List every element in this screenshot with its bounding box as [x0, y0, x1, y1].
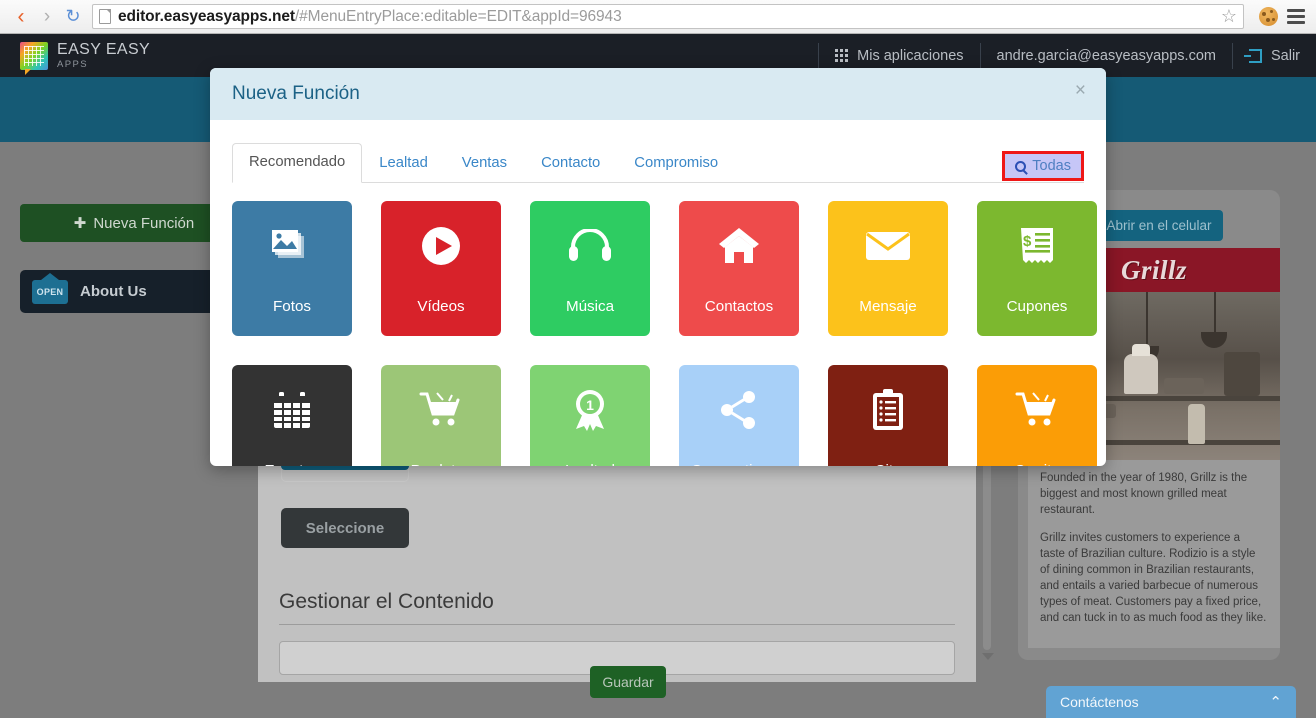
- share-icon: [719, 387, 759, 433]
- open-sign-icon: OPEN: [32, 280, 68, 304]
- forward-icon[interactable]: ›: [34, 4, 60, 30]
- url-text: editor.easyeasyapps.net/#MenuEntryPlace:…: [118, 8, 622, 26]
- function-tile-cita[interactable]: Cita: [828, 365, 948, 466]
- function-tile-label: Compartir app: [691, 462, 787, 466]
- function-tile-label: Música: [566, 298, 614, 322]
- coupon-icon: $: [1019, 223, 1055, 269]
- function-tile-produtos[interactable]: Produtos: [381, 365, 501, 466]
- scroll-down-arrow-icon[interactable]: [982, 653, 994, 660]
- cart-icon: [419, 387, 463, 433]
- nav-my-apps-label: Mis aplicaciones: [857, 48, 963, 64]
- back-icon[interactable]: ‹: [8, 4, 34, 30]
- user-email-label: andre.garcia@easyeasyapps.com: [997, 48, 1216, 64]
- menu-hamburger-icon[interactable]: [1287, 9, 1305, 24]
- nav-logout-label: Salir: [1271, 48, 1300, 64]
- preview-paragraph-1: Founded in the year of 1980, Grillz is t…: [1040, 470, 1268, 518]
- function-tile-label: Vídeos: [417, 298, 464, 322]
- search-all-button[interactable]: Todas: [1002, 151, 1084, 181]
- logout-icon: [1249, 49, 1262, 63]
- envelope-icon: [865, 223, 911, 269]
- search-all-label: Todas: [1032, 158, 1071, 174]
- save-button[interactable]: Guardar: [590, 666, 666, 698]
- chat-widget-label: Contáctenos: [1060, 694, 1139, 710]
- content-scrollbar[interactable]: [978, 460, 996, 682]
- logo-line-2: APPS: [57, 60, 150, 70]
- new-function-label: Nueva Función: [93, 215, 194, 232]
- logo-line-1: EASY EASY: [57, 42, 150, 58]
- function-tile-mensaje[interactable]: Mensaje: [828, 201, 948, 336]
- function-tile-vídeos[interactable]: Vídeos: [381, 201, 501, 336]
- function-tile-lealtad[interactable]: 1 Lealtad: [530, 365, 650, 466]
- tab-contacto[interactable]: Contacto: [524, 145, 617, 182]
- tab-recomendado[interactable]: Recomendado: [232, 143, 362, 183]
- chevron-up-icon[interactable]: ⌃: [1269, 693, 1282, 711]
- function-tile-label: Cita: [874, 462, 901, 466]
- url-host: editor.easyeasyapps.net: [118, 8, 295, 25]
- browser-toolbar: ‹ › ↻ editor.easyeasyapps.net/#MenuEntry…: [0, 0, 1316, 34]
- svg-text:1: 1: [586, 397, 594, 413]
- close-icon[interactable]: ×: [1075, 80, 1086, 102]
- select-button[interactable]: Seleccione: [281, 508, 409, 548]
- chat-widget[interactable]: Contáctenos ⌃: [1046, 686, 1296, 718]
- brand-name: Grillz: [1121, 255, 1187, 286]
- function-tile-label: Mensaje: [859, 298, 916, 322]
- function-tile-label: Eventos: [265, 462, 320, 466]
- svg-text:$: $: [1023, 233, 1032, 250]
- function-tile-compartir-app[interactable]: Compartir app: [679, 365, 799, 466]
- cart-icon: [1015, 387, 1059, 433]
- url-path: /#MenuEntryPlace:editable=EDIT&appId=969…: [295, 8, 622, 25]
- function-tile-label: Carrito: [1014, 462, 1060, 466]
- function-tile-contactos[interactable]: Contactos: [679, 201, 799, 336]
- grid-apps-icon: [835, 49, 848, 62]
- open-on-mobile-button[interactable]: Abrir en el celular: [1095, 210, 1223, 241]
- music-icon: [568, 223, 612, 269]
- tab-compromiso[interactable]: Compromiso: [617, 145, 735, 182]
- function-tile-fotos[interactable]: Fotos: [232, 201, 352, 336]
- function-tile-eventos[interactable]: Eventos: [232, 365, 352, 466]
- easyeasy-logo-icon: [20, 42, 48, 70]
- preview-text: Founded in the year of 1980, Grillz is t…: [1028, 460, 1280, 626]
- search-icon: [1015, 161, 1026, 172]
- photos-icon: [272, 223, 312, 269]
- function-tile-cupones[interactable]: $ Cupones: [977, 201, 1097, 336]
- function-tiles-grid: Fotos Vídeos Música Contactos Mensaje $ Cupone…: [232, 183, 1084, 466]
- calendar-icon: [272, 387, 312, 433]
- function-tile-label: Contactos: [705, 298, 773, 322]
- tab-ventas[interactable]: Ventas: [445, 145, 524, 182]
- function-tile-carrito[interactable]: Carrito: [977, 365, 1097, 466]
- preview-paragraph-2: Grillz invites customers to experience a…: [1040, 530, 1268, 626]
- function-tile-label: Fotos: [273, 298, 311, 322]
- function-tile-label: Lealtad: [565, 462, 615, 466]
- sidebar-item-label: About Us: [80, 283, 147, 300]
- video-icon: [419, 223, 463, 269]
- app-logo[interactable]: EASY EASY APPS: [20, 42, 150, 70]
- bookmark-star-icon[interactable]: ☆: [1221, 6, 1237, 27]
- function-tile-label: Produtos: [411, 462, 472, 466]
- section-heading: Gestionar el Contenido: [279, 590, 955, 625]
- function-tile-música[interactable]: Música: [530, 201, 650, 336]
- modal-tabs: RecomendadoLealtadVentasContactoCompromi…: [232, 142, 1084, 183]
- new-function-modal: Nueva Función × RecomendadoLealtadVentas…: [210, 68, 1106, 466]
- tab-lealtad[interactable]: Lealtad: [362, 145, 445, 182]
- address-bar[interactable]: editor.easyeasyapps.net/#MenuEntryPlace:…: [92, 4, 1244, 29]
- home-icon: [717, 223, 761, 269]
- modal-header: Nueva Función ×: [210, 68, 1106, 120]
- scrollbar-thumb[interactable]: [983, 460, 991, 650]
- modal-title: Nueva Función: [232, 83, 360, 105]
- plus-icon: ✚: [74, 214, 87, 232]
- clipboard-icon: [871, 387, 905, 433]
- page-icon: [99, 9, 111, 24]
- cookie-icon[interactable]: [1259, 7, 1278, 26]
- ribbon-icon: 1: [572, 387, 608, 433]
- reload-icon[interactable]: ↻: [60, 4, 86, 30]
- nav-logout[interactable]: Salir: [1233, 34, 1316, 77]
- function-tile-label: Cupones: [1007, 298, 1068, 322]
